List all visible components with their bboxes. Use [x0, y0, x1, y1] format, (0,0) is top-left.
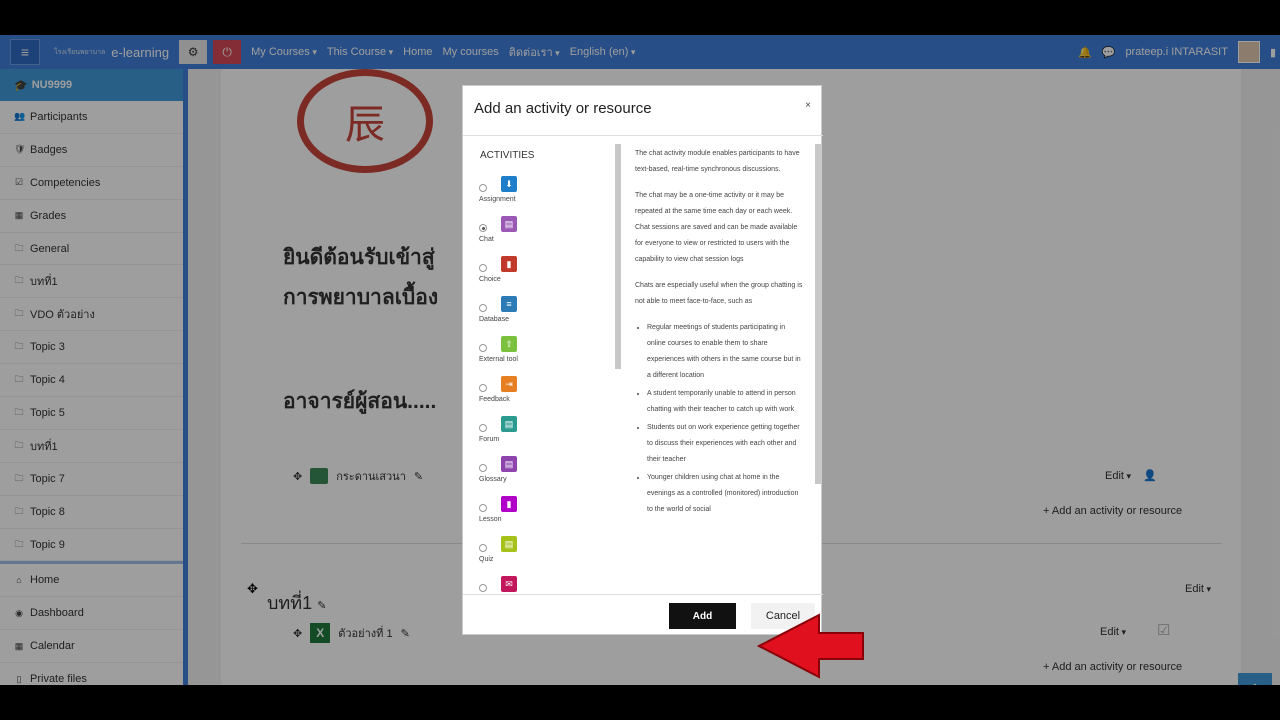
activity-radio[interactable]	[479, 544, 487, 552]
activity-option[interactable]: ⇥ Feedback	[479, 376, 619, 416]
dialog-body: ACTIVITIES ⬇ Assignment ▤ Chat ▮ Choice ≡ Datab…	[463, 135, 823, 595]
activity-label: Database	[479, 316, 509, 323]
activity-list-scrollbar[interactable]	[615, 144, 621, 369]
activity-icon: ▮	[501, 256, 517, 272]
activity-radio[interactable]	[479, 304, 487, 312]
activity-radio[interactable]	[479, 424, 487, 432]
activity-radio[interactable]	[479, 504, 487, 512]
activity-label: External tool	[479, 356, 518, 363]
activity-option[interactable]: ▮ Lesson	[479, 496, 619, 536]
activity-label: Assignment	[479, 196, 516, 203]
red-arrow-annotation	[757, 613, 864, 679]
activity-list: ACTIVITIES ⬇ Assignment ▤ Chat ▮ Choice ≡ Datab…	[473, 136, 623, 596]
dialog-title: Add an activity or resource	[474, 100, 652, 117]
activity-option[interactable]: ✉	[479, 576, 619, 596]
activity-icon: ⬇	[501, 176, 517, 192]
activity-radio[interactable]	[479, 464, 487, 472]
activity-icon: ▤	[501, 216, 517, 232]
activity-label: Forum	[479, 436, 500, 443]
activity-icon: ⇥	[501, 376, 517, 392]
activities-heading: ACTIVITIES	[480, 150, 535, 161]
browser-viewport: ≡ โรงเรียนพยาบาล e-learning ⚙ ⏻ My Cours…	[0, 35, 1280, 685]
description-scrollbar[interactable]	[815, 144, 821, 484]
activity-option[interactable]: ≡ Database	[479, 296, 619, 336]
close-icon[interactable]: ×	[805, 100, 811, 111]
activity-radio[interactable]	[479, 344, 487, 352]
activity-option[interactable]: ▤ Forum	[479, 416, 619, 456]
activity-radio[interactable]	[479, 384, 487, 392]
activity-icon: ⇧	[501, 336, 517, 352]
add-activity-dialog: Add an activity or resource × ACTIVITIES…	[462, 85, 823, 635]
desc-list-item: Regular meetings of students participati…	[647, 320, 803, 384]
activity-icon: ▤	[501, 416, 517, 432]
activity-icon: ≡	[501, 296, 517, 312]
activity-label: Choice	[479, 276, 501, 283]
desc-list-item: Students out on work experience getting …	[647, 420, 803, 468]
activity-icon: ▤	[501, 456, 517, 472]
activity-radio[interactable]	[479, 584, 487, 592]
activity-option[interactable]: ▤ Chat	[479, 216, 619, 256]
activity-label: Lesson	[479, 516, 502, 523]
desc-paragraph-3: Chats are especially useful when the gro…	[635, 282, 803, 305]
activity-radio[interactable]	[479, 224, 487, 232]
activity-icon: ▤	[501, 536, 517, 552]
desc-paragraph-2: The chat may be a one-time activity or i…	[635, 192, 798, 263]
activity-label: Chat	[479, 236, 494, 243]
desc-list-item: A student temporarily unable to attend i…	[647, 386, 803, 418]
activity-icon: ▮	[501, 496, 517, 512]
activity-option[interactable]: ▮ Choice	[479, 256, 619, 296]
activity-option[interactable]: ▤ Quiz	[479, 536, 619, 576]
activity-radio[interactable]	[479, 264, 487, 272]
desc-paragraph-1: The chat activity module enables partici…	[635, 150, 800, 173]
activity-label: Quiz	[479, 556, 494, 563]
activity-label: Feedback	[479, 396, 510, 403]
video-bottom-bar	[0, 685, 1280, 720]
activity-radio[interactable]	[479, 184, 487, 192]
activity-option[interactable]: ⬇ Assignment	[479, 176, 619, 216]
desc-list: Regular meetings of students participati…	[635, 320, 803, 518]
add-button[interactable]: Add	[669, 603, 736, 629]
activity-icon: ✉	[501, 576, 517, 592]
activity-description: The chat activity module enables partici…	[635, 146, 803, 591]
desc-list-item: Younger children using chat at home in t…	[647, 470, 803, 518]
activity-option[interactable]: ⇧ External tool	[479, 336, 619, 376]
activity-option[interactable]: ▤ Glossary	[479, 456, 619, 496]
activity-label: Glossary	[479, 476, 507, 483]
